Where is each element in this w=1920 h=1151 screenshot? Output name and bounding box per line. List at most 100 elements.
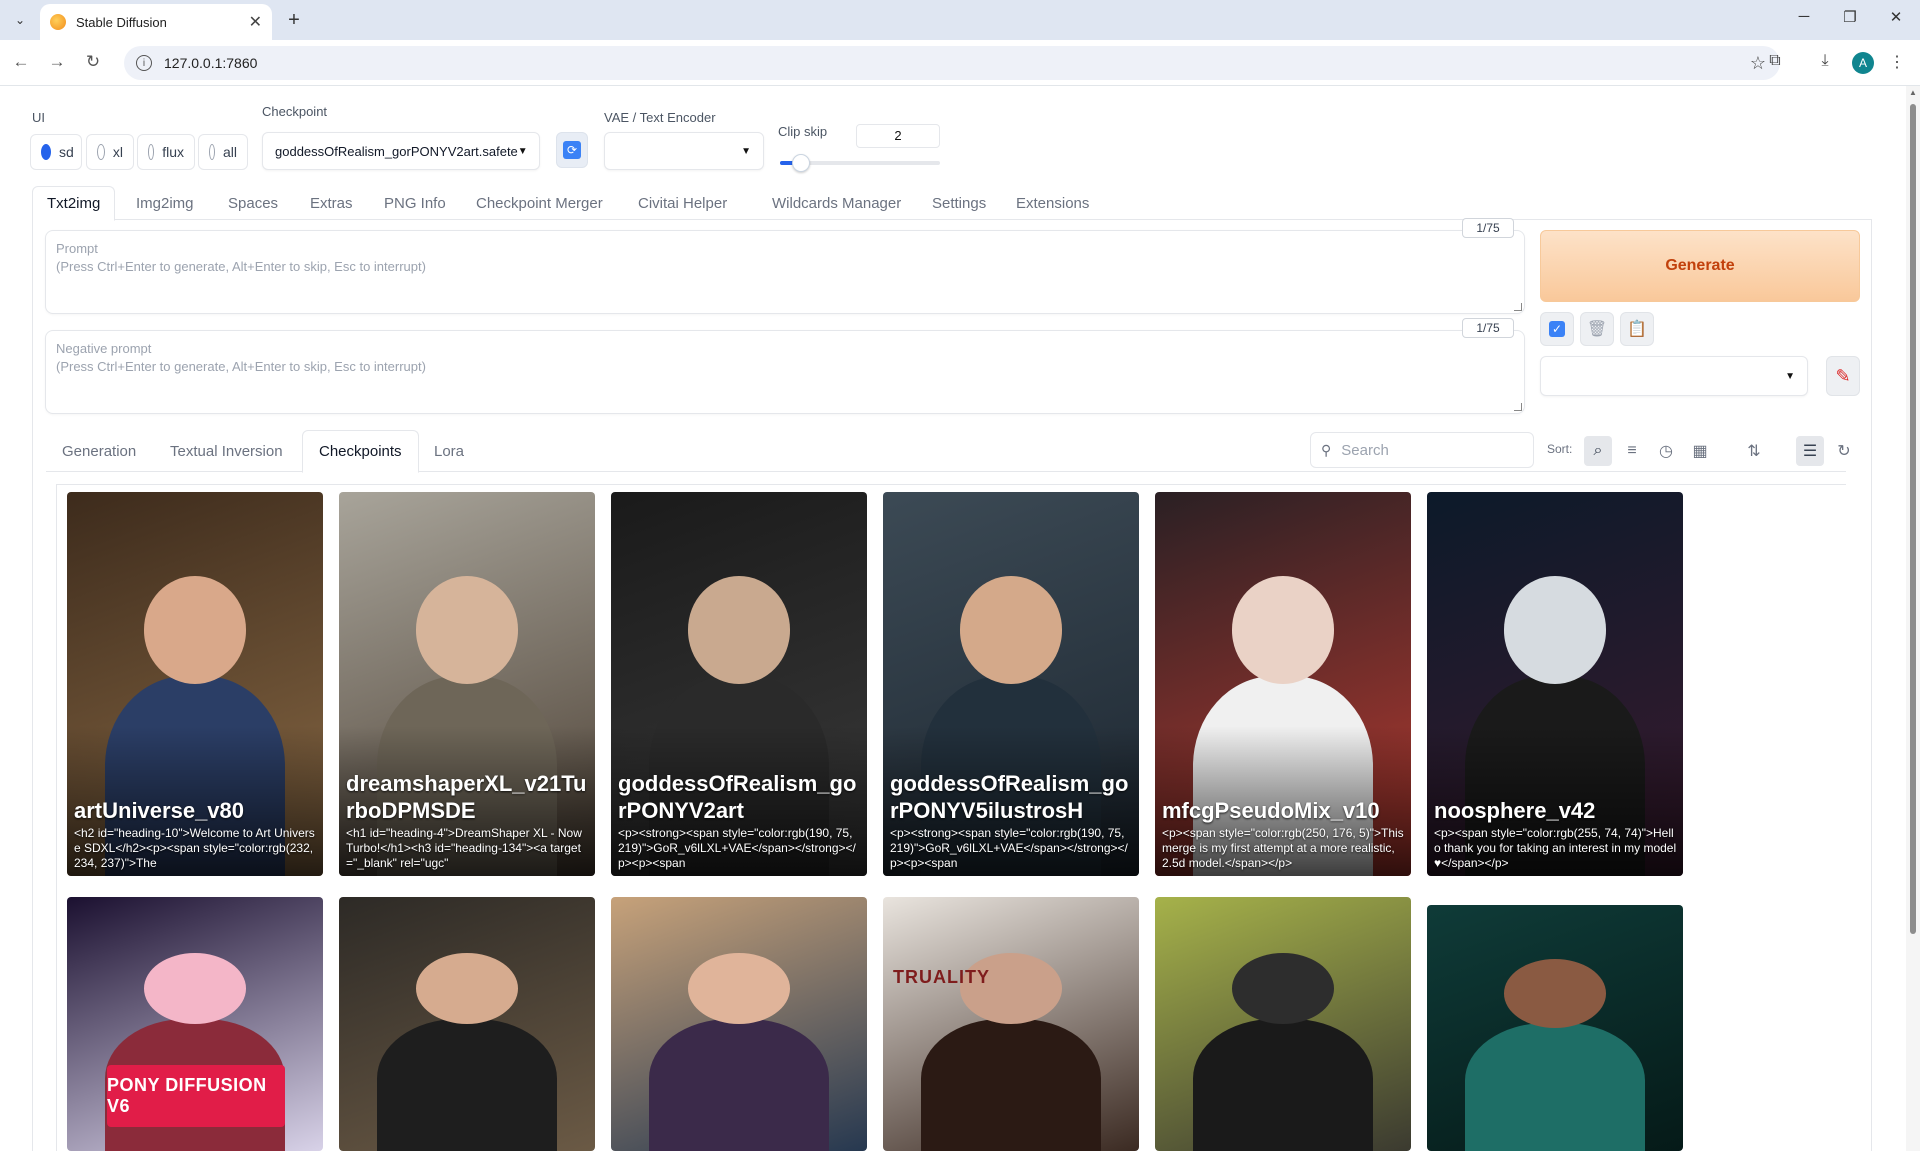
checkpoint-card[interactable]: goddessOfRealism_gorPONYV2art <p><strong>… [611,492,867,876]
sort-direction-icon[interactable]: ⇅ [1740,436,1768,466]
radio-indicator [209,144,215,160]
checkpoint-label: Checkpoint [262,104,328,119]
close-tab-icon[interactable]: ✕ [249,12,262,32]
card-description: <p><span style="color:rgb(255, 74, 74)">… [1434,826,1677,870]
card-description: <h1 id="heading-4">DreamShaper XL - Now … [346,826,582,870]
browser-menu-icon[interactable]: ⋮ [1886,52,1908,72]
checkpoint-card[interactable] [1155,897,1411,1151]
apply-styles-button[interactable]: ✓ [1540,312,1574,346]
sort-by-name-icon[interactable]: ≡ [1618,436,1646,466]
tab-txt2img[interactable]: Txt2img [32,186,116,221]
close-window-icon[interactable]: ✕ [1884,8,1908,26]
prompt-input[interactable]: Prompt (Press Ctrl+Enter to generate, Al… [45,230,1525,314]
prompt-placeholder: (Press Ctrl+Enter to generate, Alt+Enter… [56,259,426,274]
edit-styles-button[interactable]: ✎ [1826,356,1860,396]
favicon-icon [50,14,66,30]
clip-skip-input[interactable]: 2 [856,124,940,148]
sort-by-date-created-icon[interactable]: ◷ [1652,436,1680,466]
clipboard-icon: 📋 [1627,321,1647,338]
card-preview-brand: TRUALITY [893,967,990,987]
main-tabs: Txt2img Img2img Spaces Extras PNG Info C… [32,186,1872,221]
styles-dropdown[interactable]: ▼ [1540,356,1808,396]
sort-by-path-icon[interactable]: ⌕ [1584,436,1612,466]
tab-generation[interactable]: Generation [46,430,152,472]
card-preview-face [143,952,247,1024]
restore-icon[interactable]: ❐ [1838,8,1862,26]
minimize-icon[interactable]: ─ [1792,8,1816,25]
scrollbar-thumb[interactable] [1910,104,1916,934]
card-title: artUniverse_v80 [74,798,245,823]
checkpoint-dropdown[interactable]: goddessOfRealism_gorPONYV2art.safete ▼ [262,132,540,170]
tab-png-info[interactable]: PNG Info [370,186,460,220]
address-bar[interactable]: i 127.0.0.1:7860 ☆ [124,46,1780,80]
generate-button[interactable]: Generate [1540,230,1860,302]
radio-sd[interactable]: sd [30,134,82,170]
tab-img2img[interactable]: Img2img [122,186,208,220]
card-preview-face [1231,576,1335,684]
download-icon[interactable]: ⤓ [1814,52,1836,70]
prompt-label: Prompt [56,241,98,256]
chevron-down-icon: ▼ [741,145,751,157]
checkpoint-card[interactable]: PONY DIFFUSION V6 [67,897,323,1151]
checkpoint-card[interactable] [339,897,595,1151]
card-preview-face [1231,952,1335,1024]
new-tab-icon[interactable]: + [282,8,306,32]
checkpoint-card[interactable]: artUniverse_v80 <h2 id="heading-10">Welco… [67,492,323,876]
vae-dropdown[interactable]: ▼ [604,132,764,170]
radio-flux-label: flux [162,144,184,160]
sort-by-date-modified-icon[interactable]: ▦ [1686,436,1714,466]
clip-skip-label: Clip skip [778,124,828,139]
checkpoint-card[interactable]: mfcgPseudoMix_v10 <p><span style="color:r… [1155,492,1411,876]
refresh-list-icon[interactable]: ↻ [1830,436,1858,466]
card-preview-face [415,576,519,684]
checkpoint-card[interactable]: dreamshaperXL_v21TurboDPMSDE <h1 id="head… [339,492,595,876]
reload-icon[interactable]: ↻ [82,52,104,72]
radio-xl[interactable]: xl [86,134,134,170]
tab-extensions[interactable]: Extensions [1002,186,1103,220]
tab-extras[interactable]: Extras [296,186,367,220]
vae-label: VAE / Text Encoder [604,110,716,125]
checkpoint-card[interactable]: noosphere_v42 <p><span style="color:rgb(2… [1427,492,1683,876]
profile-avatar[interactable]: A [1852,52,1874,74]
chevron-down-icon: ▼ [1785,370,1795,382]
scroll-up-icon[interactable]: ▲ [1909,88,1917,97]
pencil-icon: ✎ [1835,365,1851,386]
checkbox-icon: ✓ [1549,321,1565,337]
trash-button[interactable]: 🗑 [1580,312,1614,346]
tab-checkpoints[interactable]: Checkpoints [302,430,419,473]
tree-view-icon[interactable]: ☰ [1796,436,1824,466]
refresh-checkpoints-button[interactable]: ⟳ [556,132,588,168]
back-icon[interactable]: ← [10,52,32,72]
site-info-icon[interactable]: i [136,55,152,71]
checkpoint-value: goddessOfRealism_gorPONYV2art.safete [275,143,518,159]
page-scrollbar[interactable]: ▲ [1906,86,1920,1151]
negative-prompt-input[interactable]: Negative prompt (Press Ctrl+Enter to gen… [45,330,1525,414]
resize-handle-icon[interactable] [1514,303,1522,311]
tab-textual-inversion[interactable]: Textual Inversion [154,430,299,472]
tab-search-icon[interactable]: ⌄ [8,8,32,32]
checkpoint-card[interactable]: goddessOfRealism_gorPONYV5ilustrosH <p><s… [883,492,1139,876]
search-input[interactable]: ⚲ Search [1310,432,1534,468]
tab-wildcards-manager[interactable]: Wildcards Manager [758,186,915,220]
tab-spaces[interactable]: Spaces [214,186,292,220]
tab-checkpoint-merger[interactable]: Checkpoint Merger [462,186,617,220]
tab-civitai-helper[interactable]: Civitai Helper [624,186,741,220]
radio-all[interactable]: all [198,134,248,170]
card-preview-figure [1465,1023,1645,1151]
clip-skip-slider-handle[interactable] [792,154,810,172]
tab-settings[interactable]: Settings [918,186,1000,220]
browser-toolbar: ← → ↻ i 127.0.0.1:7860 ☆ ⧉ ⤓ A ⋮ [0,40,1920,86]
resize-handle-icon[interactable] [1514,403,1522,411]
card-title: dreamshaperXL_v21TurboDPMSDE [346,771,587,823]
tab-lora[interactable]: Lora [418,430,480,472]
checkpoint-card[interactable] [1427,905,1683,1151]
extensions-icon[interactable]: ⧉ [1764,52,1786,70]
card-preview-figure [1193,1018,1373,1151]
forward-icon[interactable]: → [46,52,68,72]
browser-tab[interactable]: Stable Diffusion ✕ [40,4,272,40]
checkpoint-card[interactable] [611,897,867,1151]
radio-flux[interactable]: flux [137,134,195,170]
clipboard-button[interactable]: 📋 [1620,312,1654,346]
checkpoint-card[interactable]: TRUALITY [883,897,1139,1151]
url-text: 127.0.0.1:7860 [164,55,258,71]
